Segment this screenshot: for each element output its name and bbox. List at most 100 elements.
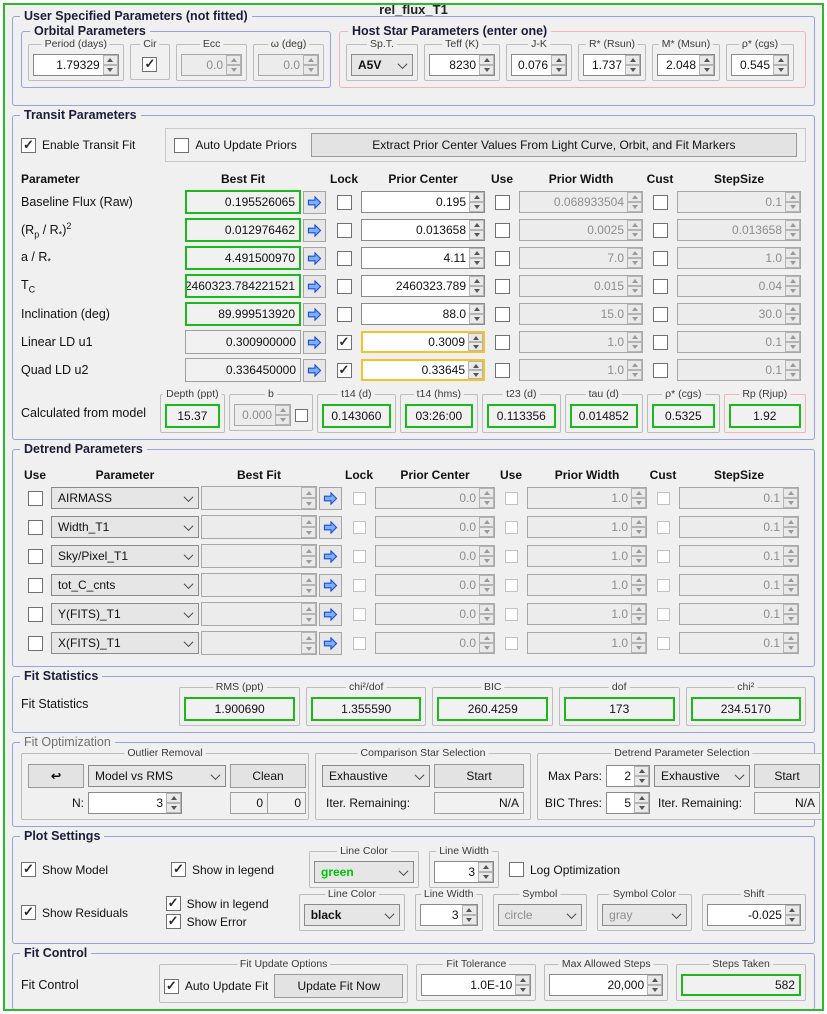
rho-star-spinner[interactable]: 0.545 xyxy=(731,54,789,76)
spinner-up-button[interactable] xyxy=(783,633,798,643)
spinner-up-button[interactable] xyxy=(301,545,316,556)
spinner-up-button[interactable] xyxy=(275,405,290,415)
update-fit-now-button[interactable]: Update Fit Now xyxy=(274,974,403,998)
detrend-parameter-dropdown[interactable]: Sky/Pixel_T1 xyxy=(51,545,199,567)
spinner-up-button[interactable] xyxy=(785,220,800,230)
spinner-down-button[interactable] xyxy=(469,314,484,324)
copy-best-fit-button[interactable] xyxy=(303,359,326,382)
use-prior-checkbox[interactable] xyxy=(495,251,510,266)
show-error-checkbox[interactable] xyxy=(166,914,181,929)
spinner-down-button[interactable] xyxy=(783,585,798,595)
spinner-down-button[interactable] xyxy=(479,498,494,508)
spinner-down-button[interactable] xyxy=(627,202,642,212)
spinner-down-button[interactable] xyxy=(785,342,800,352)
show-model[interactable]: Show Model xyxy=(21,862,161,877)
detrend-sel-start-button[interactable]: Start xyxy=(754,764,820,788)
spinner-down-button[interactable] xyxy=(551,65,566,75)
spinner-down-button[interactable] xyxy=(469,202,484,212)
lock-checkbox[interactable] xyxy=(337,279,352,294)
custom-step-checkbox[interactable] xyxy=(653,223,668,238)
max-pars-spinner[interactable]: 2 xyxy=(606,765,650,787)
spinner-up-button[interactable] xyxy=(631,488,646,498)
comp-star-start-button[interactable]: Start xyxy=(434,764,524,788)
spinner-up-button[interactable] xyxy=(699,55,714,65)
copy-best-fit-button[interactable] xyxy=(319,603,342,626)
show-error[interactable]: Show Error xyxy=(166,914,289,929)
show-model-checkbox[interactable] xyxy=(21,862,36,877)
enable-transit-fit[interactable]: Enable Transit Fit xyxy=(21,138,135,153)
prior-center-spinner[interactable]: 0.33645 xyxy=(361,359,485,381)
spinner-up-button[interactable] xyxy=(479,517,494,527)
comp-star-method-dropdown[interactable]: Exhaustive xyxy=(322,765,430,787)
spinner-down-button[interactable] xyxy=(301,527,316,538)
spinner-down-button[interactable] xyxy=(783,614,798,624)
spinner-down-button[interactable] xyxy=(627,314,642,324)
auto-update-priors[interactable]: Auto Update Priors xyxy=(174,138,296,153)
log-optimization[interactable]: Log Optimization xyxy=(509,862,620,877)
spinner-down-button[interactable] xyxy=(631,527,646,537)
prior-center-spinner[interactable]: 0.195 xyxy=(361,191,485,213)
spinner-down-button[interactable] xyxy=(627,370,642,380)
spinner-down-button[interactable] xyxy=(627,230,642,240)
fit-tolerance-spinner[interactable]: 1.0E-10 xyxy=(421,974,531,996)
use-prior-checkbox[interactable] xyxy=(495,307,510,322)
use-prior-checkbox[interactable] xyxy=(495,335,510,350)
use-detrend-checkbox[interactable] xyxy=(28,491,43,506)
extract-prior-center-values-button[interactable]: Extract Prior Center Values From Light C… xyxy=(311,133,797,157)
spinner-down-button[interactable] xyxy=(785,370,800,380)
outlier-method-dropdown[interactable]: Model vs RMS xyxy=(88,765,226,787)
spinner-down-button[interactable] xyxy=(627,286,642,296)
spinner-down-button[interactable] xyxy=(631,614,646,624)
residuals-line-color-dropdown[interactable]: black xyxy=(304,904,400,926)
spinner-up-button[interactable] xyxy=(785,304,800,314)
detrend-parameter-dropdown[interactable]: AIRMASS xyxy=(51,487,199,509)
use-prior-checkbox[interactable] xyxy=(495,195,510,210)
spinner-up-button[interactable] xyxy=(301,516,316,527)
show-residuals-checkbox[interactable] xyxy=(21,905,36,920)
custom-step-checkbox[interactable] xyxy=(653,195,668,210)
jk-spinner[interactable]: 0.076 xyxy=(511,54,567,76)
spinner-down-button[interactable] xyxy=(647,985,662,995)
lock-checkbox[interactable] xyxy=(337,251,352,266)
lock-checkbox[interactable] xyxy=(337,195,352,210)
custom-step-checkbox[interactable] xyxy=(653,279,668,294)
spinner-up-button[interactable] xyxy=(301,603,316,614)
use-detrend-checkbox[interactable] xyxy=(28,636,43,651)
spinner-up-button[interactable] xyxy=(627,332,642,342)
spinner-down-button[interactable] xyxy=(631,643,646,653)
spinner-up-button[interactable] xyxy=(515,975,530,985)
spinner-up-button[interactable] xyxy=(479,575,494,585)
spinner-up-button[interactable] xyxy=(631,575,646,585)
spinner-up-button[interactable] xyxy=(647,975,662,985)
spinner-up-button[interactable] xyxy=(469,248,484,258)
prior-center-spinner[interactable]: 88.0 xyxy=(361,303,485,325)
spinner-up-button[interactable] xyxy=(627,276,642,286)
spinner-up-button[interactable] xyxy=(785,905,800,915)
copy-best-fit-button[interactable] xyxy=(319,516,342,539)
spinner-up-button[interactable] xyxy=(783,575,798,585)
spinner-down-button[interactable] xyxy=(301,643,316,654)
spinner-up-button[interactable] xyxy=(627,248,642,258)
spinner-up-button[interactable] xyxy=(627,192,642,202)
spinner-up-button[interactable] xyxy=(301,487,316,498)
period-spinner[interactable]: 1.79329 xyxy=(33,54,119,76)
spinner-down-button[interactable] xyxy=(301,614,316,625)
max-allowed-steps-spinner[interactable]: 20,000 xyxy=(549,974,663,996)
custom-step-checkbox[interactable] xyxy=(653,335,668,350)
spinner-up-button[interactable] xyxy=(783,488,798,498)
spinner-up-button[interactable] xyxy=(631,604,646,614)
spinner-down-button[interactable] xyxy=(478,872,493,882)
spinner-up-button[interactable] xyxy=(785,248,800,258)
teff-spinner[interactable]: 8230 xyxy=(429,54,495,76)
spinner-up-button[interactable] xyxy=(773,55,788,65)
spinner-down-button[interactable] xyxy=(479,585,494,595)
spinner-down-button[interactable] xyxy=(515,985,530,995)
spinner-up-button[interactable] xyxy=(468,333,483,342)
spinner-down-button[interactable] xyxy=(783,498,798,508)
spinner-up-button[interactable] xyxy=(479,633,494,643)
spinner-up-button[interactable] xyxy=(627,220,642,230)
spinner-down-button[interactable] xyxy=(631,498,646,508)
spinner-up-button[interactable] xyxy=(627,360,642,370)
spinner-down-button[interactable] xyxy=(469,230,484,240)
spinner-down-button[interactable] xyxy=(634,803,649,813)
